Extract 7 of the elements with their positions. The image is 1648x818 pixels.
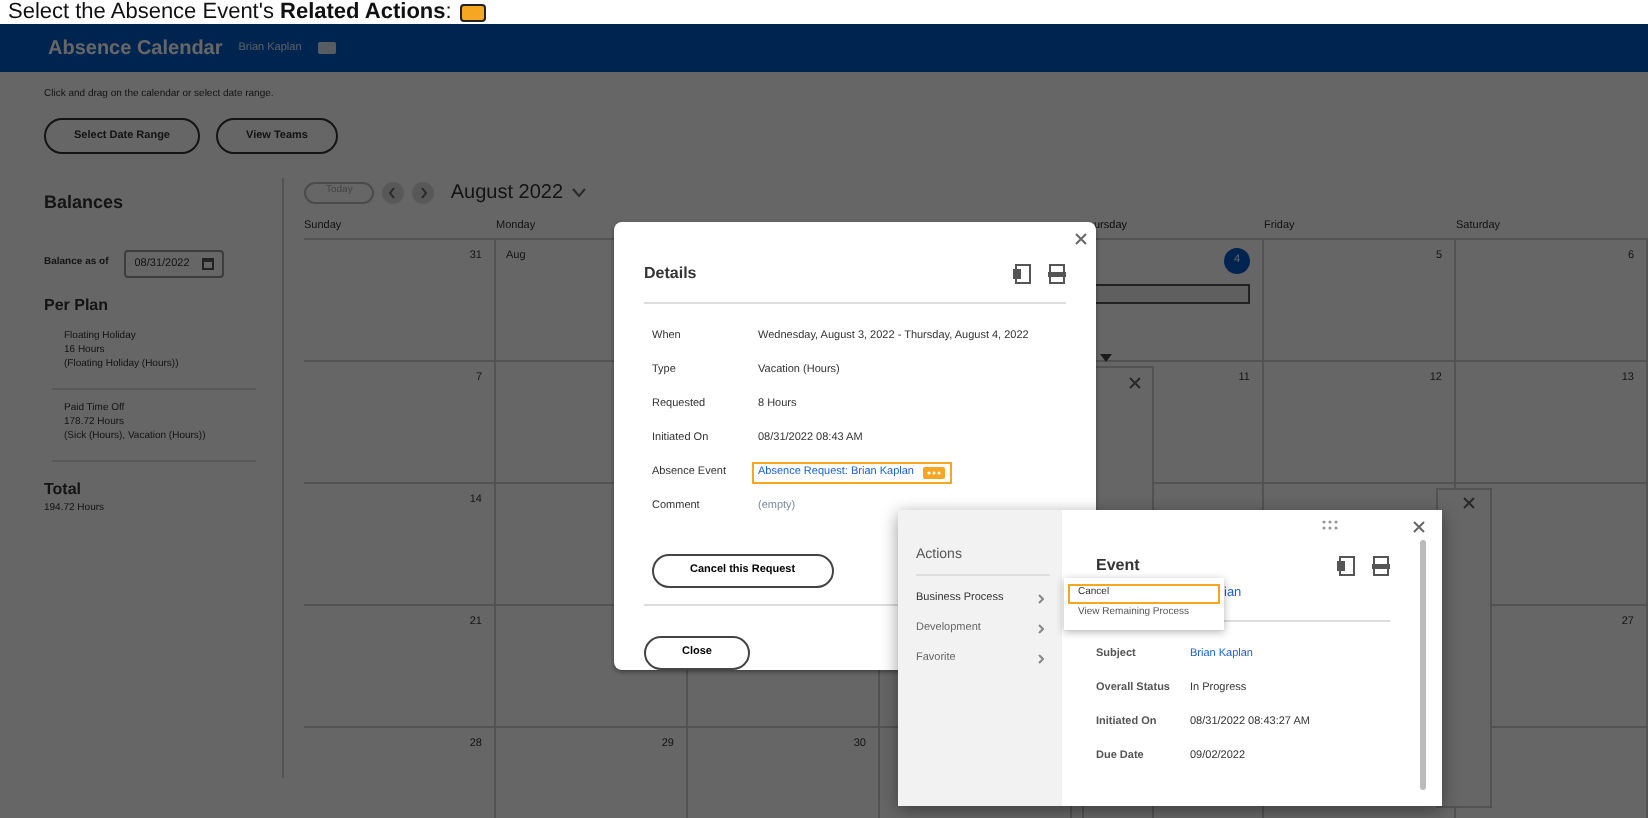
app-title: Absence Calendar [48,35,223,63]
month-title: August 2022 [450,179,564,207]
section-title: Total [44,477,84,502]
section-title: Per Plan [44,293,111,318]
instruction-caption: Select the Absence Event's Related Actions: [8,0,452,24]
section-title: Balances [44,190,126,216]
panel-title: Event [1096,554,1140,578]
